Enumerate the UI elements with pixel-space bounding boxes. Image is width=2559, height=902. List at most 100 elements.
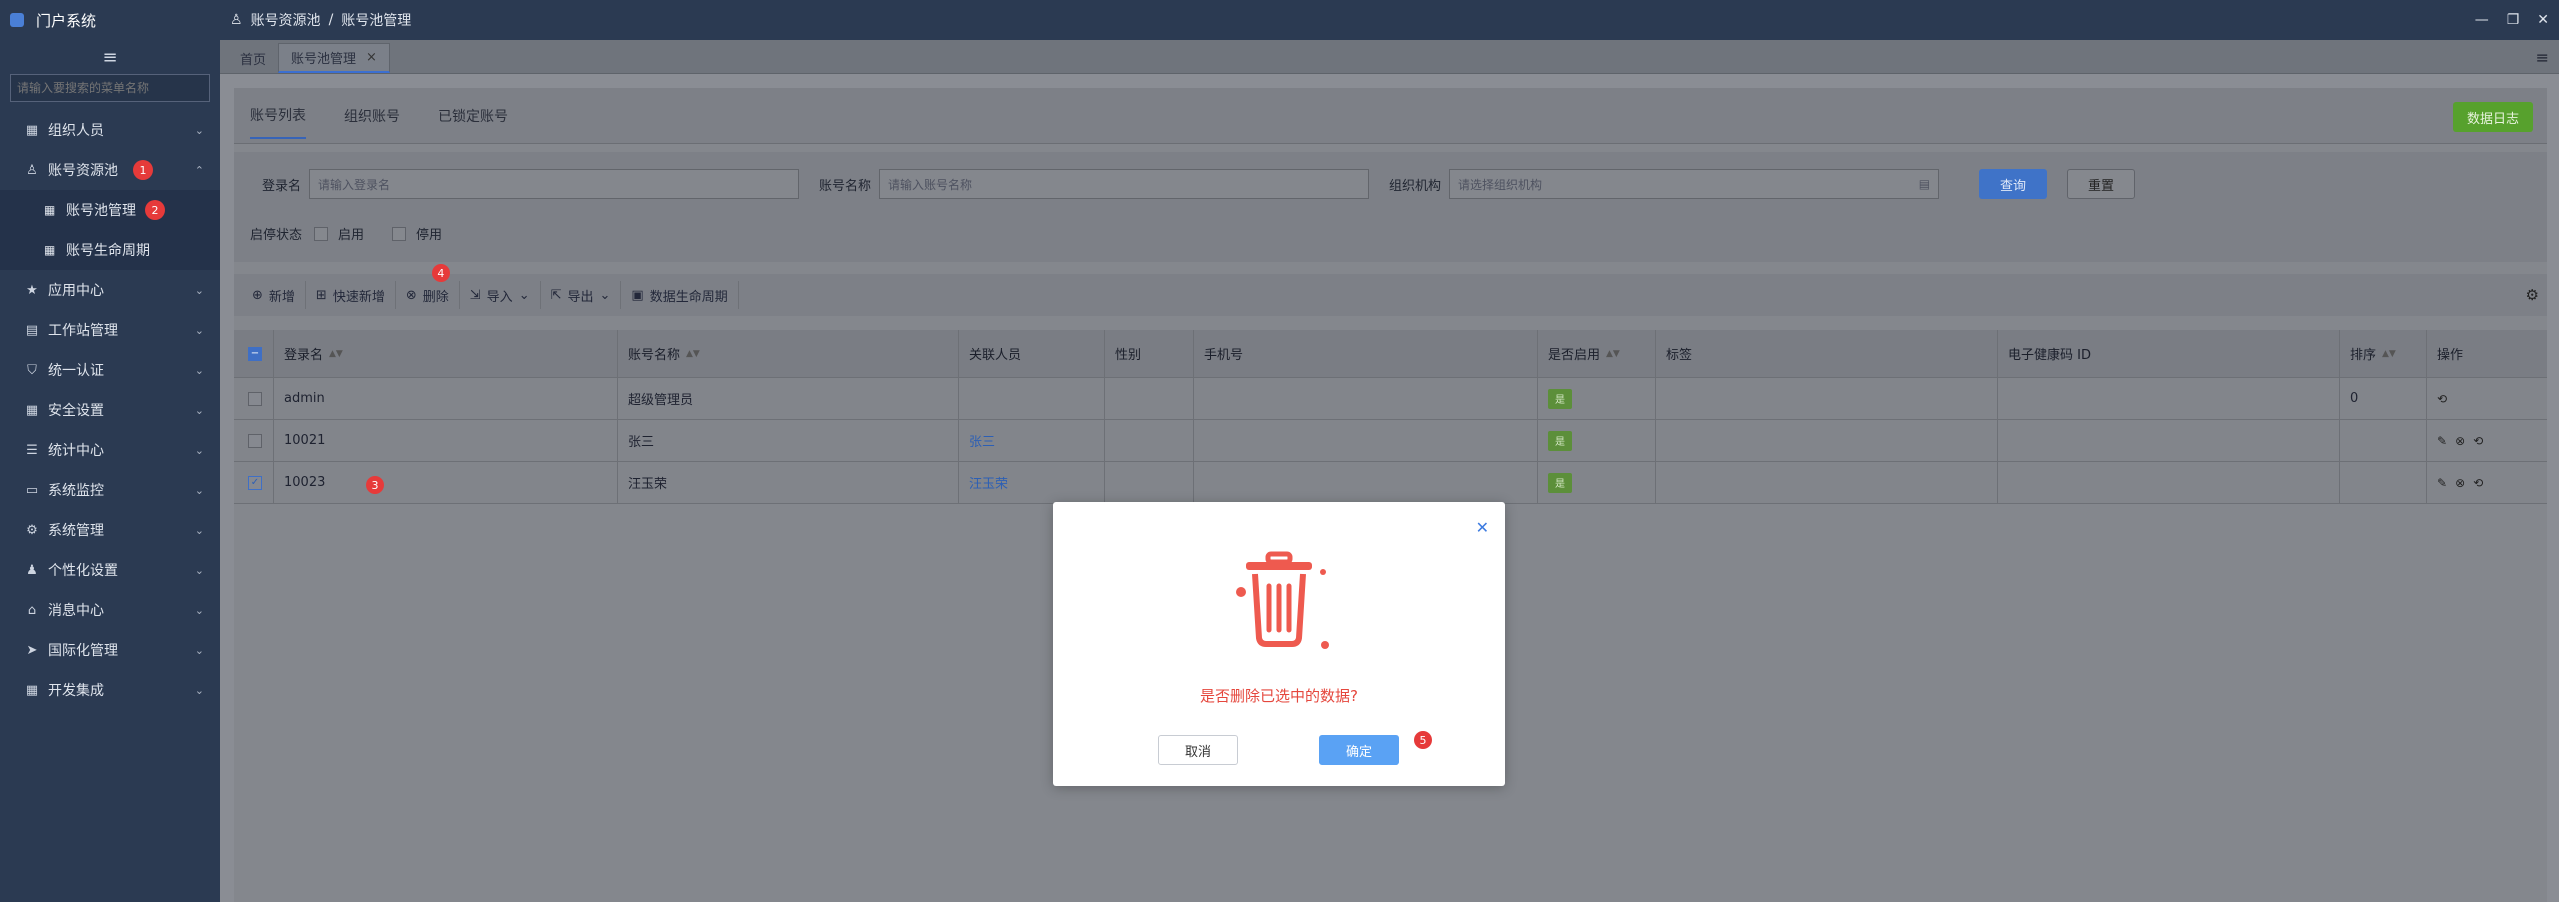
row-checkbox[interactable] [248, 433, 262, 448]
subtab-account-list[interactable]: 账号列表 [250, 93, 306, 139]
sidebar-item-workstation[interactable]: ▤ 工作站管理 ⌄ [0, 310, 220, 350]
reset-button[interactable]: 重置 [2067, 169, 2136, 199]
sidebar-item-statistics[interactable]: ☰ 统计中心 ⌄ [0, 430, 220, 470]
breadcrumb-item[interactable]: 账号资源池 [251, 10, 321, 30]
edit-icon[interactable]: ✎ [2437, 434, 2447, 448]
column-settings-icon[interactable]: ⚙ [2526, 286, 2539, 304]
subtab-org-account[interactable]: 组织账号 [344, 94, 400, 138]
col-actions: 操作 [2427, 330, 2527, 377]
user-icon: ♙ [26, 162, 38, 178]
step-badge: 4 [431, 264, 450, 282]
sidebar-item-security[interactable]: ▦ 安全设置 ⌄ [0, 390, 220, 430]
app-title: 门户系统 [36, 11, 97, 30]
tabs-menu-icon[interactable]: ≡ [2536, 48, 2549, 67]
sidebar-item-label: 账号资源池 [48, 163, 118, 179]
star-icon: ★ [26, 282, 38, 298]
delete-row-icon[interactable]: ⊗ [2455, 434, 2465, 448]
plus-circle-icon: ⊕ [252, 287, 263, 303]
minimize-icon[interactable]: — [2475, 12, 2489, 28]
sidebar-item-app-center[interactable]: ★ 应用中心 ⌄ [0, 270, 220, 310]
edit-icon[interactable]: ✎ [2437, 476, 2447, 490]
sidebar-subitem-account-lifecycle[interactable]: ▦ 账号生命周期 [0, 230, 220, 270]
query-button[interactable]: 查询 [1979, 169, 2048, 199]
account-name-input[interactable]: 请输入账号名称 [879, 169, 1370, 199]
reset-password-icon[interactable]: ⟲ [2437, 392, 2447, 406]
chevron-down-icon: ⌄ [194, 323, 204, 337]
chevron-down-icon: ⌄ [194, 483, 204, 497]
person-link[interactable]: 汪玉荣 [969, 473, 1008, 492]
sidebar-item-monitor[interactable]: ▭ 系统监控 ⌄ [0, 470, 220, 510]
org-select[interactable]: 请选择组织机构 ▤ [1449, 169, 1940, 199]
sort-icon[interactable]: ▲▼ [1606, 349, 1620, 359]
disable-checkbox[interactable] [392, 226, 407, 241]
login-input[interactable]: 请输入登录名 [309, 169, 800, 199]
table-row[interactable]: admin 超级管理员 是 0 ⟲ [234, 378, 2547, 420]
chevron-down-icon: ⌄ [194, 123, 204, 137]
export-icon: ⇱ [550, 287, 562, 303]
tab-home[interactable]: 首页 [228, 43, 278, 73]
table-row[interactable]: 10021 张三 张三 是 ✎ ⊗ ⟲ [234, 420, 2547, 462]
sidebar-item-label: 安全设置 [48, 403, 104, 419]
menu-search-input[interactable] [10, 74, 210, 102]
col-account-name[interactable]: 账号名称 ▲▼ [618, 330, 959, 377]
sidebar: 门户系统 ≡ ▦ 组织人员 ⌄ ♙ 账号资源池 1 ⌃ ▦ 账号池管理 2 ▦ … [0, 0, 220, 902]
sidebar-item-i18n[interactable]: ➤ 国际化管理 ⌄ [0, 630, 220, 670]
reset-password-icon[interactable]: ⟲ [2473, 434, 2483, 448]
row-checkbox[interactable] [248, 391, 262, 406]
column-header: 标签 [1666, 348, 1693, 363]
delete-button[interactable]: ⊗ 删除 4 [396, 264, 460, 309]
close-tab-icon[interactable]: × [366, 50, 377, 65]
sidebar-item-account-pool[interactable]: ♙ 账号资源池 1 ⌃ [0, 150, 220, 190]
sidebar-item-dev-integration[interactable]: ▦ 开发集成 ⌄ [0, 670, 220, 710]
sidebar-item-unified-auth[interactable]: ⛉ 统一认证 ⌄ [0, 350, 220, 390]
sidebar-item-messages[interactable]: ⌂ 消息中心 ⌄ [0, 590, 220, 630]
import-button[interactable]: ⇲ 导入 ⌄ [460, 281, 541, 309]
phone-cell [1194, 462, 1538, 503]
sort-icon[interactable]: ▲▼ [329, 349, 343, 359]
table-toolbar: ⊕ 新增 ⊞ 快速新增 ⊗ 删除 4 ⇲ 导入 ⌄ ⇱ 导出 ⌄ ▣ 数据生命周期 ⚙ [234, 264, 2547, 316]
col-login[interactable]: 登录名 ▲▼ [274, 330, 618, 377]
enable-checkbox[interactable] [314, 226, 329, 241]
cancel-button[interactable]: 取消 [1158, 735, 1238, 765]
row-checkbox[interactable]: ✓ [248, 475, 262, 490]
account-name-cell: 超级管理员 [618, 378, 959, 419]
login-cell: 10023 [284, 475, 326, 490]
tab-account-pool[interactable]: 账号池管理 × [278, 43, 390, 73]
menu-toggle-icon[interactable]: ≡ [0, 40, 220, 74]
delete-row-icon[interactable]: ⊗ [2455, 476, 2465, 490]
sidebar-item-label: 系统监控 [48, 483, 104, 499]
table-row[interactable]: ✓ 10023 3 汪玉荣 汪玉荣 是 ✎ ⊗ ⟲ [234, 462, 2547, 504]
add-button[interactable]: ⊕ 新增 [242, 281, 306, 309]
order-cell: 0 [2340, 378, 2427, 419]
sidebar-item-system[interactable]: ⚙ 系统管理 ⌄ [0, 510, 220, 550]
close-icon[interactable]: ✕ [1476, 518, 1489, 537]
phone-cell [1194, 420, 1538, 461]
reset-password-icon[interactable]: ⟲ [2473, 476, 2483, 490]
col-enabled[interactable]: 是否启用 ▲▼ [1538, 330, 1656, 377]
col-phone: 手机号 [1194, 330, 1538, 377]
data-log-button[interactable]: 数据日志 [2452, 102, 2533, 132]
confirm-button[interactable]: 确定 [1319, 735, 1399, 765]
page-tabs: 首页 账号池管理 × ≡ [220, 40, 2559, 74]
subtab-locked-account[interactable]: 已锁定账号 [438, 94, 508, 138]
col-order[interactable]: 排序 ▲▼ [2340, 330, 2427, 377]
person-cell [959, 378, 1105, 419]
sidebar-item-label: 应用中心 [48, 283, 104, 299]
sort-icon[interactable]: ▲▼ [686, 349, 700, 359]
send-icon: ➤ [26, 642, 38, 658]
tags-cell [1656, 462, 1998, 503]
sidebar-item-org-people[interactable]: ▦ 组织人员 ⌄ [0, 110, 220, 150]
close-icon[interactable]: ✕ [2537, 12, 2549, 28]
person-link[interactable]: 张三 [969, 431, 995, 450]
sort-icon[interactable]: ▲▼ [2382, 349, 2396, 359]
column-header: 登录名 [284, 348, 324, 363]
restore-icon[interactable]: ❐ [2507, 12, 2520, 28]
import-label: 导入 [486, 289, 513, 305]
data-lifecycle-button[interactable]: ▣ 数据生命周期 [621, 281, 739, 309]
export-button[interactable]: ⇱ 导出 ⌄ [541, 281, 622, 309]
sidebar-subitem-account-pool-manage[interactable]: ▦ 账号池管理 2 [0, 190, 220, 230]
monitor-icon: ▭ [25, 482, 39, 498]
select-all-checkbox[interactable]: − [248, 346, 262, 361]
quick-add-button[interactable]: ⊞ 快速新增 [306, 281, 396, 309]
sidebar-item-personalize[interactable]: ♟ 个性化设置 ⌄ [0, 550, 220, 590]
